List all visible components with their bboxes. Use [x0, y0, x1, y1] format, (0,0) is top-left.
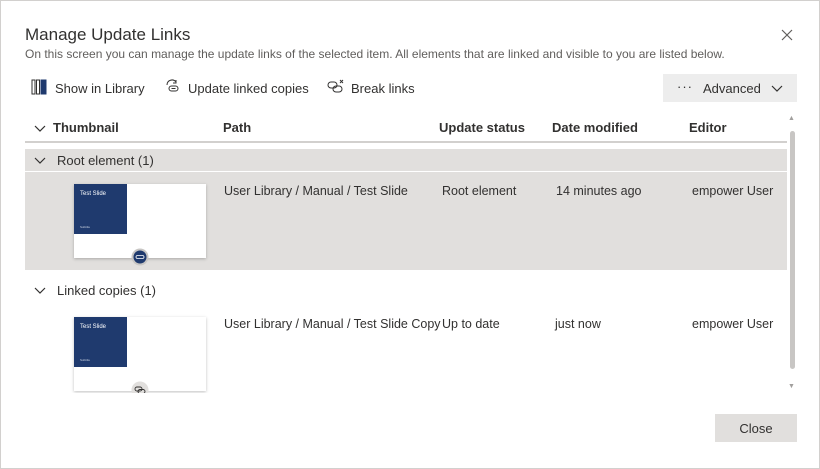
more-dots-icon: ···: [677, 79, 693, 94]
table-header: Thumbnail Path Update status Date modifi…: [25, 113, 787, 143]
thumbnail-title: Test Slide: [80, 324, 107, 330]
header-editor[interactable]: Editor: [689, 120, 727, 135]
break-links-label: Break links: [351, 80, 415, 96]
scroll-down-icon[interactable]: ▼: [788, 383, 795, 390]
thumbnail-subtitle: Subtitle: [80, 358, 91, 362]
header-thumbnail[interactable]: Thumbnail: [53, 120, 119, 135]
toolbar: Show in Library Update linked copies Bre…: [25, 74, 797, 102]
editor-cell: empower User: [692, 317, 774, 331]
thumbnail-subtitle: Subtitle: [80, 225, 91, 229]
group-label: Linked copies (1): [57, 283, 156, 298]
show-in-library-button[interactable]: Show in Library: [31, 74, 145, 102]
link-refresh-icon: [164, 79, 188, 98]
status-cell: Up to date: [442, 317, 500, 331]
update-linked-copies-button[interactable]: Update linked copies: [164, 74, 309, 102]
header-update-status[interactable]: Update status: [439, 120, 525, 135]
manage-update-links-dialog: Manage Update Links On this screen you c…: [0, 0, 820, 469]
advanced-menu-button[interactable]: ··· Advanced: [663, 74, 797, 102]
dialog-title: Manage Update Links: [25, 25, 191, 44]
dialog-subtitle: On this screen you can manage the update…: [25, 47, 725, 61]
group-header-root-element[interactable]: Root element (1): [25, 149, 787, 171]
scroll-up-icon[interactable]: ▲: [788, 115, 795, 122]
link-badge-icon: [131, 248, 149, 266]
header-path[interactable]: Path: [223, 120, 251, 135]
close-button[interactable]: Close: [715, 414, 797, 442]
group-header-linked-copies[interactable]: Linked copies (1): [25, 279, 787, 301]
slide-thumbnail: Test Slide Subtitle: [74, 317, 206, 391]
break-links-button[interactable]: Break links: [327, 74, 415, 102]
update-linked-copies-label: Update linked copies: [188, 80, 309, 96]
slide-thumbnail: Test Slide Subtitle: [74, 184, 206, 258]
advanced-label: Advanced: [703, 81, 761, 96]
link-badge-icon: [131, 381, 149, 393]
show-in-library-label: Show in Library: [55, 80, 145, 96]
link-break-icon: [327, 79, 351, 98]
status-cell: Root element: [442, 184, 517, 198]
date-cell: just now: [555, 317, 601, 331]
table-row[interactable]: Test Slide Subtitle User Library / Manua…: [25, 172, 787, 270]
editor-cell: empower User: [692, 184, 774, 198]
library-books-icon: [31, 79, 55, 98]
date-cell: 14 minutes ago: [556, 184, 642, 198]
chevron-down-icon: [771, 82, 783, 97]
scrollbar-thumb[interactable]: [790, 131, 795, 369]
table-row[interactable]: Test Slide Subtitle User Library / Manua…: [25, 305, 787, 393]
header-date-modified[interactable]: Date modified: [552, 120, 638, 135]
group-label: Root element (1): [57, 153, 154, 168]
thumbnail-title: Test Slide: [80, 191, 107, 197]
close-icon[interactable]: [777, 25, 797, 45]
path-cell: User Library / Manual / Test Slide: [224, 184, 408, 198]
chevron-down-icon[interactable]: [34, 284, 46, 299]
chevron-down-icon[interactable]: [34, 122, 46, 137]
path-cell: User Library / Manual / Test Slide Copy: [224, 317, 441, 331]
chevron-down-icon[interactable]: [34, 154, 46, 169]
